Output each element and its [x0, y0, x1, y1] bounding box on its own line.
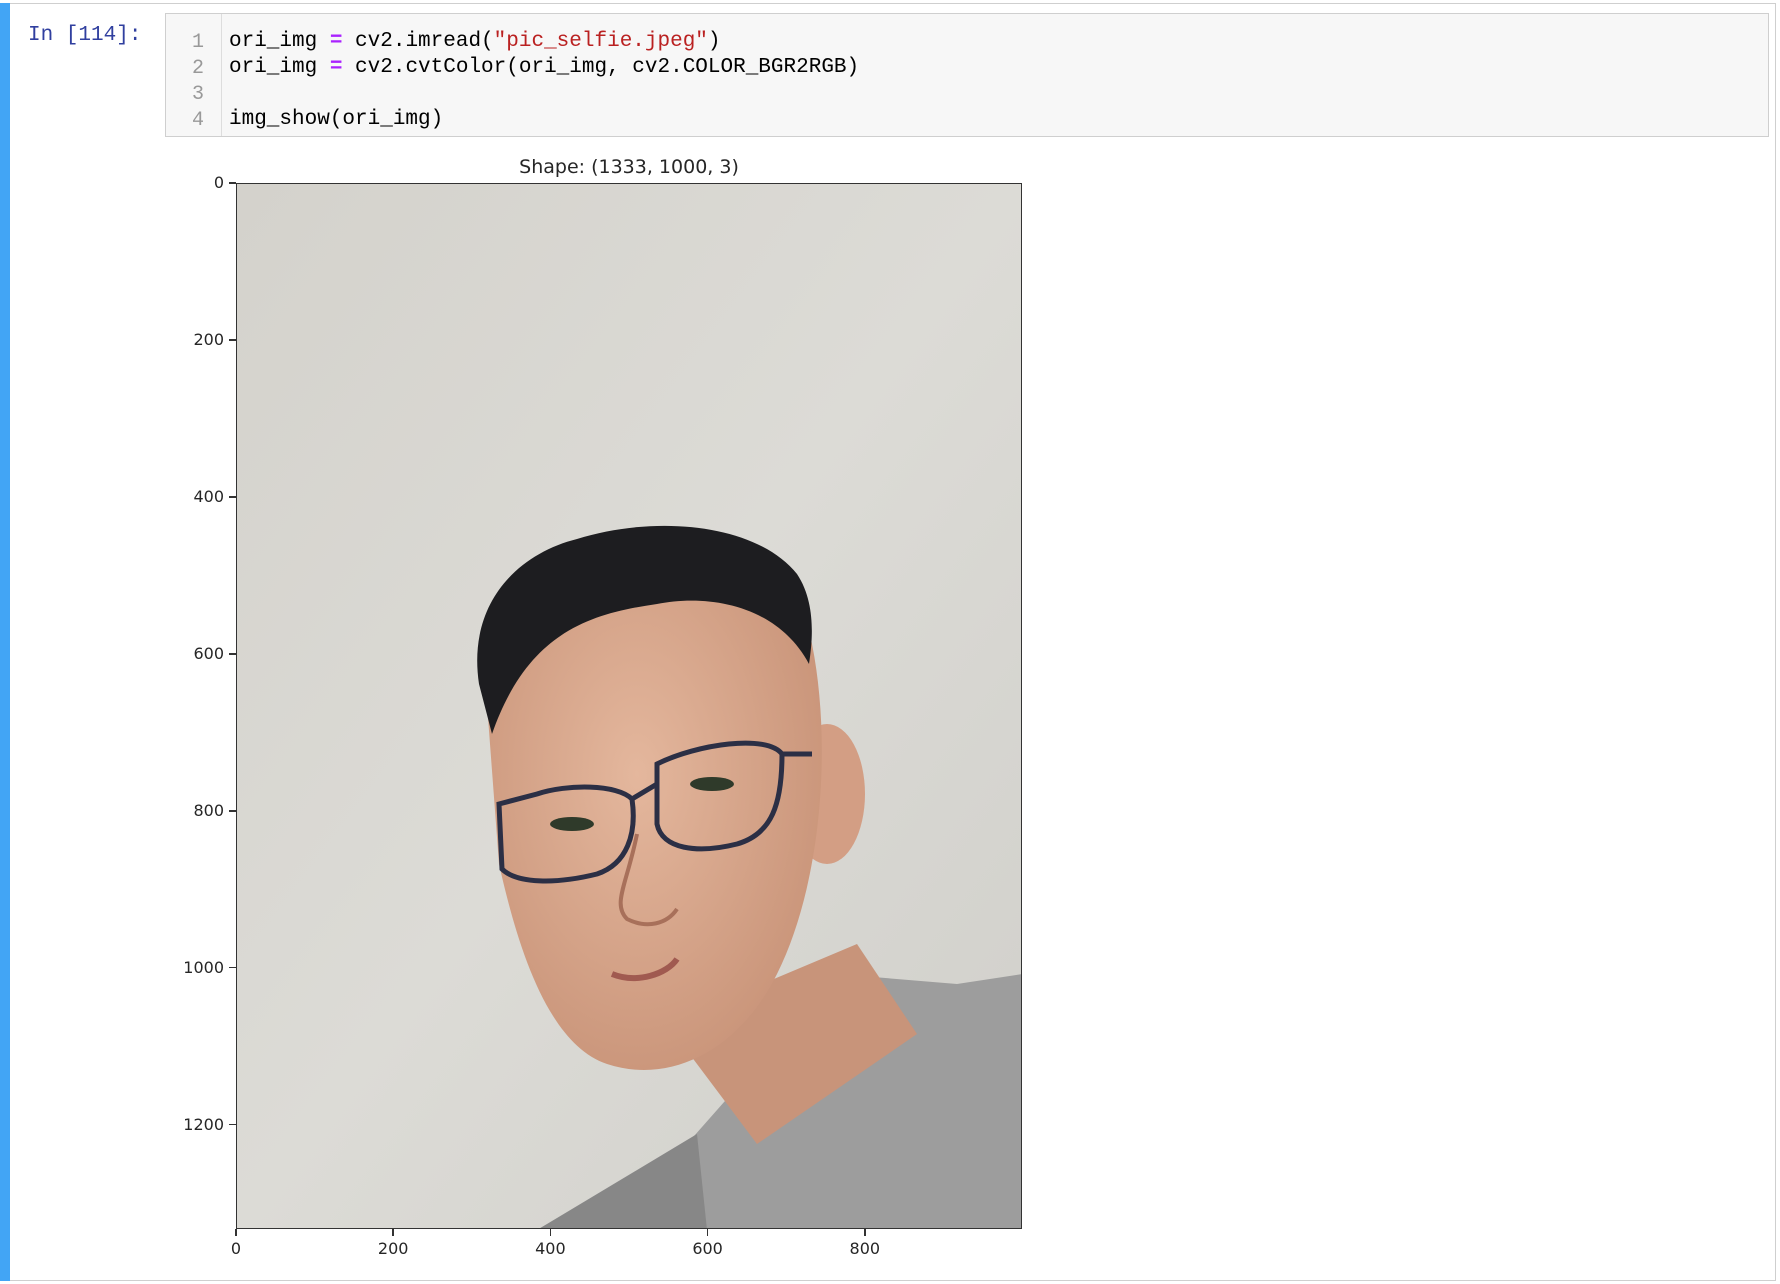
right-eye	[690, 777, 734, 791]
string-token: "pic_selfie.jpeg"	[493, 30, 708, 53]
input-prompt: In [114]:	[28, 24, 142, 47]
x-tick-mark	[549, 1229, 552, 1236]
code-line[interactable]: img_show(ori_img)	[229, 108, 443, 131]
image-axes	[236, 183, 1022, 1229]
y-tick-mark	[229, 810, 236, 812]
y-tick-mark	[229, 496, 236, 498]
x-tick-mark	[235, 1229, 237, 1236]
x-tick-label: 200	[377, 1239, 409, 1258]
code-token: )	[707, 30, 721, 53]
x-tick-label: 0	[230, 1239, 242, 1258]
x-tick-mark	[392, 1229, 394, 1236]
code-token: ori_img	[229, 56, 330, 79]
x-tick-label: 600	[692, 1239, 723, 1258]
x-tick-label: 800	[849, 1239, 881, 1258]
y-tick-mark	[229, 339, 236, 341]
y-tick-label: 200	[193, 329, 224, 349]
x-tick-mark	[864, 1229, 866, 1236]
y-tick-mark	[229, 182, 236, 184]
y-tick-label: 400	[193, 486, 224, 506]
operator-token: =	[329, 56, 343, 79]
y-tick-label: 0	[213, 173, 224, 192]
line-number: 3	[191, 83, 204, 106]
y-tick-mark	[229, 966, 236, 969]
code-token: img_show(ori_img)	[229, 108, 444, 131]
line-number: 2	[191, 57, 204, 80]
selected-cell-indicator	[0, 3, 10, 1281]
line-number: 1	[191, 31, 204, 54]
y-tick-label: 1000	[183, 957, 224, 977]
code-line[interactable]: ori_img = cv2.imread("pic_selfie.jpeg")	[229, 30, 721, 53]
code-editor[interactable]: 1 ori_img = cv2.imread("pic_selfie.jpeg")…	[165, 13, 1769, 137]
y-tick-label: 1200	[183, 1114, 224, 1134]
code-token: cv2.cvtColor(ori_img, cv2.COLOR_BGR2RGB)	[342, 56, 860, 79]
x-tick-mark	[706, 1229, 709, 1236]
selfie-image	[237, 184, 1021, 1228]
left-eye	[550, 817, 594, 831]
code-token: ori_img	[229, 30, 330, 53]
line-number: 4	[191, 109, 204, 132]
operator-token: =	[329, 30, 343, 53]
code-token: cv2.imread(	[342, 30, 494, 53]
y-tick-label: 800	[193, 800, 224, 820]
code-line[interactable]: ori_img = cv2.cvtColor(ori_img, cv2.COLO…	[229, 56, 859, 79]
y-tick-label: 600	[193, 643, 224, 663]
x-tick-label: 400	[535, 1239, 566, 1258]
y-tick-mark	[229, 1123, 236, 1126]
y-tick-mark	[229, 653, 236, 655]
plot-title: Shape: (1333, 1000, 3)	[519, 156, 739, 178]
